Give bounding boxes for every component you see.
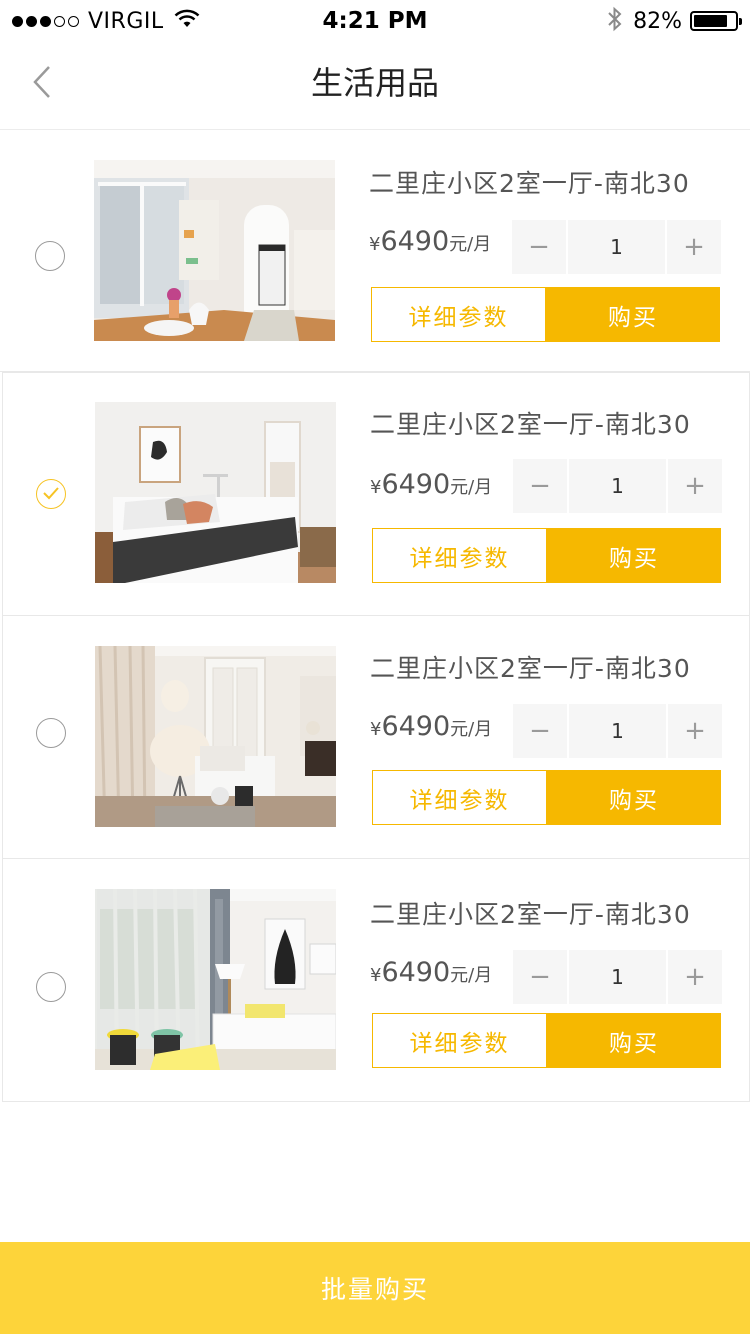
product-title[interactable]: 二里庄小区2室一厅-南北30 bbox=[370, 895, 691, 931]
price-currency: ¥ bbox=[370, 719, 382, 740]
product-title[interactable]: 二里庄小区2室一厅-南北30 bbox=[370, 405, 691, 441]
quantity-plus-button[interactable]: + bbox=[667, 220, 721, 274]
select-radio[interactable] bbox=[35, 241, 65, 271]
product-title[interactable]: 二里庄小区2室一厅-南北30 bbox=[370, 649, 691, 685]
list-item: 二里庄小区2室一厅-南北30 ¥6490元/月 − 1 + 详细参数 购买 bbox=[2, 859, 750, 1102]
detail-params-button[interactable]: 详细参数 bbox=[372, 528, 547, 583]
status-bar: VIRGIL 4:21 PM 82% bbox=[0, 0, 750, 40]
quantity-value[interactable]: 1 bbox=[569, 704, 666, 758]
price-value: 6490 bbox=[381, 957, 451, 988]
product-image[interactable] bbox=[95, 402, 336, 583]
product-price: ¥6490元/月 bbox=[370, 957, 492, 988]
quantity-value[interactable]: 1 bbox=[569, 459, 666, 513]
price-value: 6490 bbox=[380, 226, 450, 257]
quantity-plus-button[interactable]: + bbox=[668, 459, 722, 513]
quantity-stepper: − 1 + bbox=[513, 459, 722, 513]
quantity-plus-button[interactable]: + bbox=[668, 704, 722, 758]
price-unit: 元/月 bbox=[450, 719, 493, 740]
buy-button[interactable]: 购买 bbox=[546, 287, 720, 342]
list-item: 二里庄小区2室一厅-南北30 ¥6490元/月 − 1 + 详细参数 购买 bbox=[2, 616, 750, 859]
product-price: ¥6490元/月 bbox=[370, 711, 492, 742]
detail-params-button[interactable]: 详细参数 bbox=[371, 287, 546, 342]
product-image[interactable] bbox=[95, 889, 336, 1070]
bluetooth-icon bbox=[607, 6, 623, 36]
price-unit: 元/月 bbox=[450, 965, 493, 986]
select-radio[interactable] bbox=[36, 718, 66, 748]
nav-bar: 生活用品 bbox=[0, 40, 750, 130]
price-unit: 元/月 bbox=[450, 477, 493, 498]
price-unit: 元/月 bbox=[449, 234, 492, 255]
quantity-minus-button[interactable]: − bbox=[512, 220, 566, 274]
price-currency: ¥ bbox=[369, 234, 381, 255]
price-value: 6490 bbox=[381, 711, 451, 742]
product-list: 二里庄小区2室一厅-南北30 ¥6490元/月 − 1 + 详细参数 购买 二里… bbox=[0, 130, 750, 1102]
battery-fill bbox=[694, 15, 727, 27]
quantity-stepper: − 1 + bbox=[512, 220, 721, 274]
batch-buy-button[interactable]: 批量购买 bbox=[0, 1242, 750, 1334]
price-currency: ¥ bbox=[370, 965, 382, 986]
select-radio[interactable] bbox=[36, 972, 66, 1002]
product-image[interactable] bbox=[94, 160, 335, 341]
detail-params-button[interactable]: 详细参数 bbox=[372, 1013, 547, 1068]
quantity-stepper: − 1 + bbox=[513, 950, 722, 1004]
product-image[interactable] bbox=[95, 646, 336, 827]
list-item: 二里庄小区2室一厅-南北30 ¥6490元/月 − 1 + 详细参数 购买 bbox=[2, 372, 750, 616]
product-title[interactable]: 二里庄小区2室一厅-南北30 bbox=[369, 164, 690, 200]
list-item: 二里庄小区2室一厅-南北30 ¥6490元/月 − 1 + 详细参数 购买 bbox=[0, 130, 750, 372]
quantity-plus-button[interactable]: + bbox=[668, 950, 722, 1004]
quantity-minus-button[interactable]: − bbox=[513, 459, 567, 513]
quantity-stepper: − 1 + bbox=[513, 704, 722, 758]
price-currency: ¥ bbox=[370, 477, 382, 498]
quantity-minus-button[interactable]: − bbox=[513, 950, 567, 1004]
page-title: 生活用品 bbox=[310, 64, 439, 102]
status-right: 82% bbox=[607, 6, 742, 36]
battery-icon bbox=[690, 11, 742, 31]
buy-button[interactable]: 购买 bbox=[547, 770, 721, 825]
product-price: ¥6490元/月 bbox=[369, 226, 491, 257]
price-value: 6490 bbox=[381, 469, 451, 500]
quantity-minus-button[interactable]: − bbox=[513, 704, 567, 758]
check-icon bbox=[42, 485, 60, 504]
quantity-value[interactable]: 1 bbox=[568, 220, 665, 274]
detail-params-button[interactable]: 详细参数 bbox=[372, 770, 547, 825]
buy-button[interactable]: 购买 bbox=[547, 528, 721, 583]
select-radio[interactable] bbox=[36, 479, 66, 509]
product-price: ¥6490元/月 bbox=[370, 469, 492, 500]
quantity-value[interactable]: 1 bbox=[569, 950, 666, 1004]
battery-percent: 82% bbox=[633, 8, 682, 34]
buy-button[interactable]: 购买 bbox=[547, 1013, 721, 1068]
